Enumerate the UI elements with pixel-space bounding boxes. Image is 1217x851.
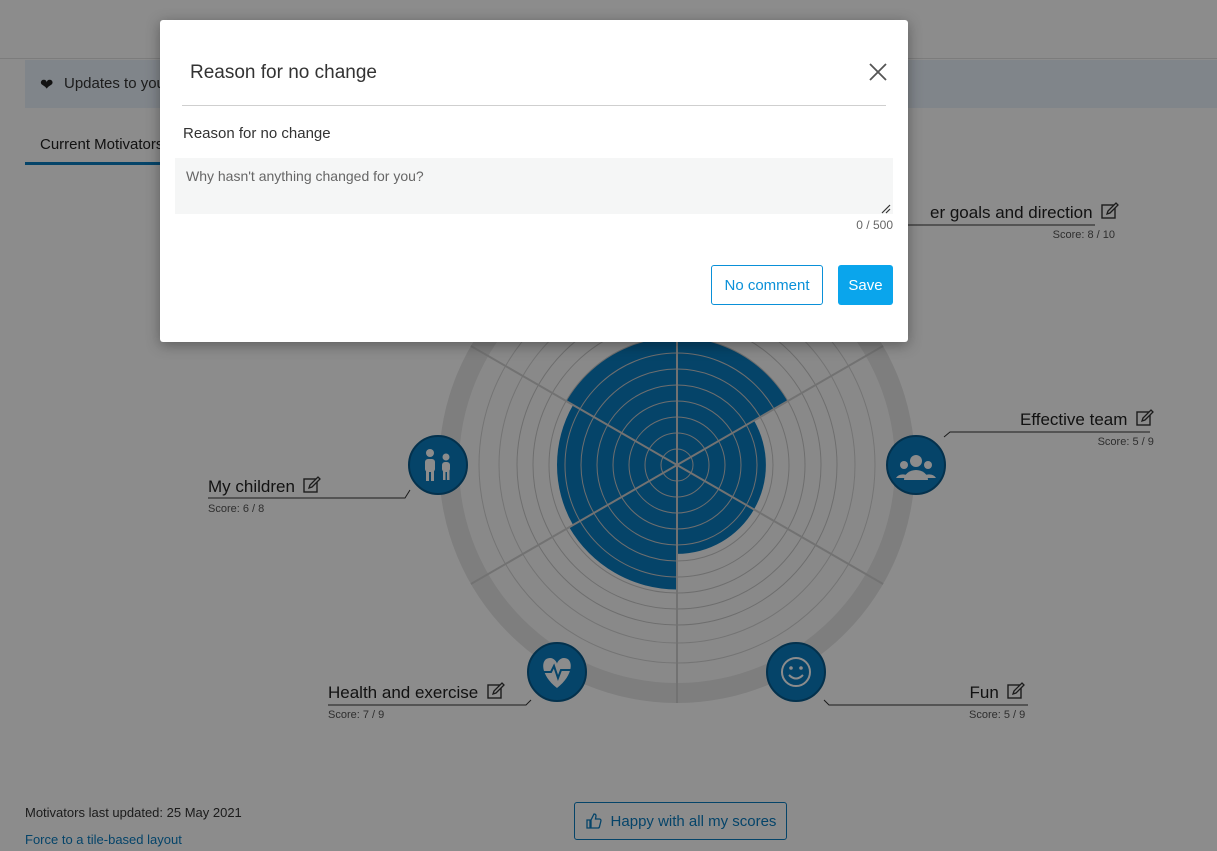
character-counter: 0 / 500 bbox=[856, 218, 893, 232]
resize-handle-icon[interactable] bbox=[880, 203, 891, 214]
modal-divider bbox=[182, 105, 886, 106]
no-comment-button[interactable]: No comment bbox=[711, 265, 823, 305]
reason-textarea[interactable] bbox=[175, 158, 893, 214]
reason-field-label: Reason for no change bbox=[183, 125, 331, 142]
modal-title: Reason for no change bbox=[190, 62, 377, 83]
save-button[interactable]: Save bbox=[838, 265, 893, 305]
close-icon[interactable] bbox=[866, 60, 890, 84]
reason-modal: Reason for no change Reason for no chang… bbox=[160, 20, 908, 342]
motivators-page: ❤ Updates to you Current Motivators My c… bbox=[0, 0, 1217, 851]
